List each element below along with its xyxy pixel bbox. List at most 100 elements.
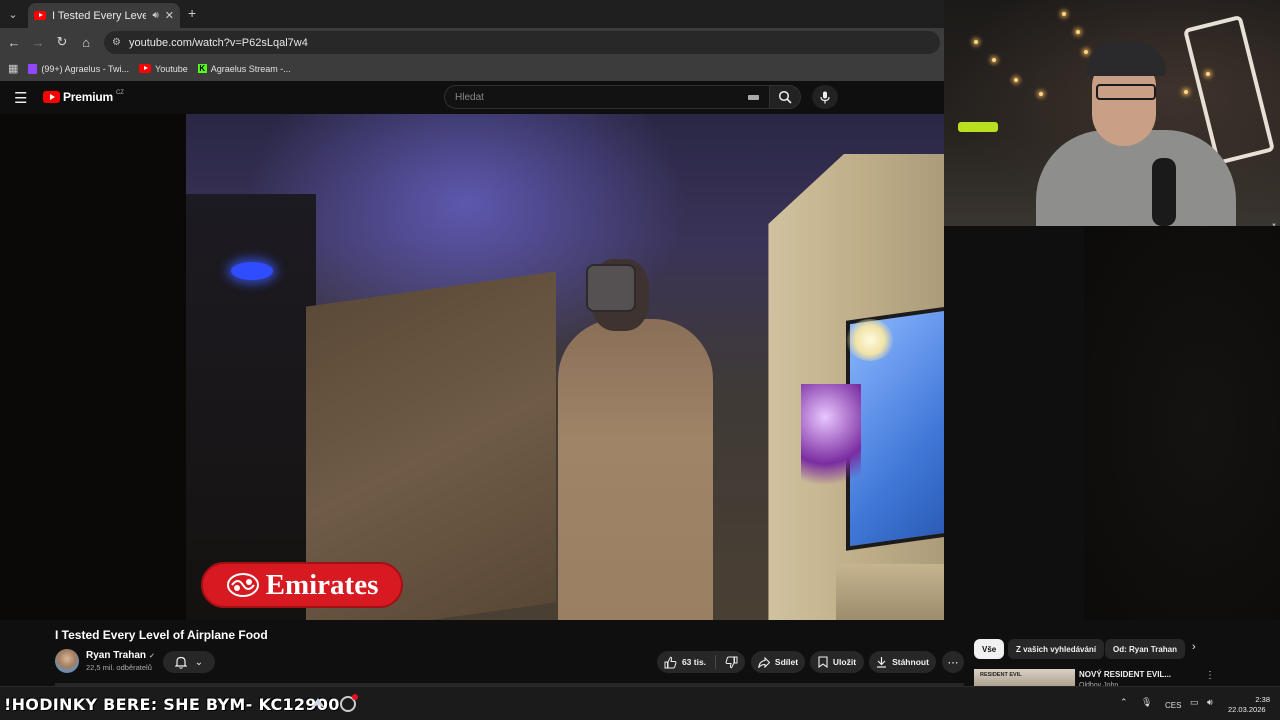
bookmark-twitch[interactable]: (99+) Agraelus - Twi...	[28, 63, 130, 74]
site-info-icon[interactable]: ⚙︎	[112, 37, 121, 48]
new-tab-button[interactable]: +	[188, 5, 196, 21]
like-count[interactable]: 63 tis.	[682, 657, 706, 667]
side-console	[836, 564, 944, 620]
keyboard-icon[interactable]	[748, 95, 759, 100]
orchid-flowers	[801, 384, 861, 494]
bell-icon	[174, 656, 187, 669]
app-icon[interactable]	[340, 694, 358, 712]
chip-from-channel[interactable]: Od: Ryan Trahan	[1105, 639, 1186, 659]
emirates-badge: Emirates	[201, 562, 403, 608]
camera-held	[586, 264, 636, 312]
browser-toolbar: ← → ↻ ⌂ ⚙︎ youtube.com/watch?v=P62sLqal7…	[0, 28, 944, 56]
save-button[interactable]: Uložit	[810, 651, 864, 673]
blue-suite-light	[231, 262, 273, 280]
string-light	[1014, 78, 1018, 82]
microphone-icon	[820, 91, 830, 103]
glasses	[1096, 84, 1156, 100]
tab-title: I Tested Every Level of Airpl	[52, 9, 147, 22]
emirates-logo-icon	[226, 573, 259, 597]
thumbs-down-icon[interactable]	[725, 656, 738, 669]
emirates-wordmark: Emirates	[265, 568, 379, 601]
subscriber-count: 22,5 mil. odběratelů	[86, 663, 152, 672]
flight-attendant	[558, 319, 713, 620]
bookmark-label: Agraelus Stream -...	[210, 63, 291, 74]
microphone-tray-icon[interactable]: 🎙︎	[1141, 697, 1152, 708]
voice-search-button[interactable]	[812, 85, 838, 109]
bookmark-label: (99+) Agraelus - Twi...	[41, 63, 130, 74]
string-light	[1076, 30, 1080, 34]
video-title: I Tested Every Level of Airplane Food	[55, 628, 268, 642]
reload-icon[interactable]: ↻	[54, 34, 70, 50]
bookmark-icon	[818, 656, 828, 668]
chevron-right-icon[interactable]: ›	[1192, 641, 1196, 653]
chip-all[interactable]: Vše	[974, 639, 1005, 659]
notifications-button[interactable]: ⌄	[163, 651, 215, 673]
tab-close-icon[interactable]: ✕	[165, 9, 174, 22]
forward-arrow-icon[interactable]: →	[30, 34, 46, 50]
share-button[interactable]: Sdílet	[751, 651, 805, 673]
apps-grid-icon[interactable]: ▦	[8, 62, 18, 75]
youtube-logo-icon	[43, 91, 60, 103]
channel-avatar[interactable]	[55, 649, 79, 673]
speaker-icon[interactable]: 🔊︎	[152, 10, 158, 21]
address-bar[interactable]: ⚙︎ youtube.com/watch?v=P62sLqal7w4	[104, 31, 940, 54]
steam-icon[interactable]	[309, 696, 327, 712]
url-text: youtube.com/watch?v=P62sLqal7w4	[128, 36, 308, 49]
chevron-down-icon: ⌄	[194, 656, 204, 668]
share-label: Sdílet	[774, 657, 799, 667]
search-input[interactable]: Hledat	[444, 85, 770, 109]
stream-ticker: !HODINKY BERE: SHE BYM- KC12900	[4, 695, 340, 714]
youtube-icon	[139, 64, 152, 73]
search-placeholder: Hledat	[455, 91, 484, 103]
thumbnail-text: RESIDENT EVIL	[980, 672, 1022, 678]
browser-tab-bar: ⌄ I Tested Every Level of Airpl 🔊︎ ✕ +	[0, 0, 944, 28]
verified-badge-icon: ✓	[149, 653, 155, 660]
download-label: Stáhnout	[892, 657, 929, 667]
thumbs-up-icon[interactable]	[664, 656, 677, 669]
search-button[interactable]	[770, 85, 801, 109]
youtube-favicon-icon	[34, 11, 46, 20]
baseball-cap	[1086, 42, 1166, 76]
language-indicator[interactable]: CES	[1165, 701, 1181, 710]
youtube-header: ☰ Premium CZ Hledat	[0, 81, 944, 114]
kebab-menu-icon[interactable]: ⋮	[1205, 670, 1215, 681]
chip-from-searches[interactable]: Z vašich vyhledávání	[1008, 639, 1105, 659]
channel-name-text: Ryan Trahan	[86, 650, 147, 661]
bookmark-kick[interactable]: K Agraelus Stream -...	[197, 63, 291, 74]
clock-date[interactable]: 22.03.2026	[1228, 705, 1266, 714]
like-dislike-group: 63 tis.	[657, 651, 745, 673]
green-object	[958, 122, 998, 132]
notification-dot	[352, 694, 358, 700]
video-frame: Emirates	[186, 114, 944, 620]
more-actions-icon[interactable]: ⋯	[942, 651, 964, 673]
streamer-shirt	[1036, 130, 1236, 226]
windows-taskbar: !HODINKY BERE: SHE BYM- KC12900 ⌃ 🎙︎ CES…	[0, 686, 1280, 720]
bookmarks-bar: ▦ (99+) Agraelus - Twi... Youtube K Agra…	[0, 56, 944, 81]
download-icon	[877, 657, 887, 668]
string-light	[1084, 50, 1088, 54]
clock-time[interactable]: 2:38	[1250, 695, 1270, 704]
right-dark-panel	[1084, 226, 1280, 620]
video-player[interactable]: Emirates	[0, 114, 944, 620]
hamburger-menu-icon[interactable]: ☰	[14, 89, 27, 107]
tab-search-icon[interactable]: ⌄	[4, 5, 22, 23]
network-icon[interactable]: ▭	[1190, 697, 1199, 708]
browser-tab-active[interactable]: I Tested Every Level of Airpl 🔊︎ ✕	[28, 3, 180, 28]
youtube-premium-logo[interactable]: Premium CZ	[43, 90, 124, 104]
string-light	[1184, 90, 1188, 94]
channel-name[interactable]: Ryan Trahan ✓	[86, 650, 155, 661]
back-arrow-icon[interactable]: ←	[6, 34, 22, 50]
divider	[715, 655, 717, 669]
volume-icon[interactable]: 🔊︎	[1207, 697, 1213, 708]
twitch-icon	[28, 63, 38, 74]
recommendation-title[interactable]: NOVÝ RESIDENT EVIL...	[1079, 670, 1171, 679]
chevron-up-icon[interactable]: ⌃	[1120, 697, 1128, 708]
share-icon	[758, 656, 770, 668]
string-light	[974, 40, 978, 44]
logo-country-code: CZ	[115, 90, 124, 96]
home-icon[interactable]: ⌂	[78, 34, 94, 50]
bookmark-youtube[interactable]: Youtube	[139, 64, 188, 74]
suite-door-panel	[186, 194, 316, 620]
reading-lamp	[846, 319, 894, 361]
download-button[interactable]: Stáhnout	[869, 651, 936, 673]
